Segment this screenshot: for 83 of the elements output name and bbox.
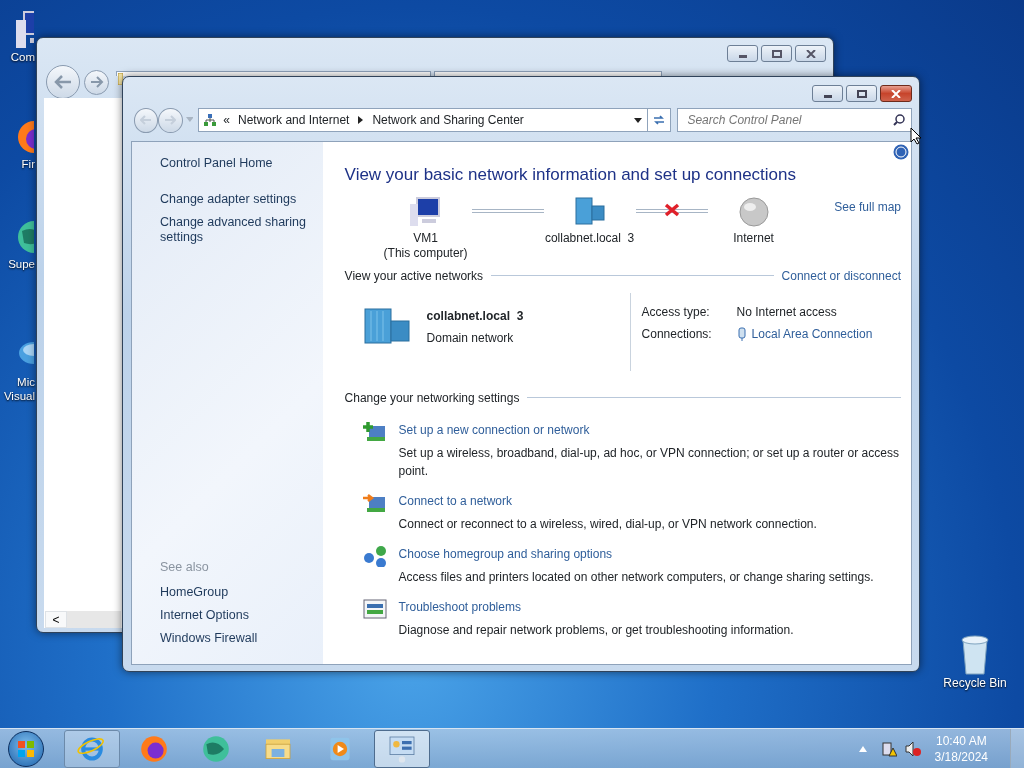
address-bar[interactable]: « Network and Internet Network and Sharing Center xyxy=(198,108,649,132)
forward-button[interactable] xyxy=(158,107,183,133)
maximize-icon xyxy=(856,89,867,98)
close-icon xyxy=(891,89,901,98)
connect-or-disconnect-link[interactable]: Connect or disconnect xyxy=(781,266,901,285)
field-label: Access type: xyxy=(641,303,711,321)
breadcrumb-item[interactable]: Network and Sharing Center xyxy=(372,111,524,129)
tray-expand-icon[interactable] xyxy=(858,745,867,752)
sidebar-link[interactable]: Change adapter settings xyxy=(160,192,313,207)
taskbar-app-button[interactable] xyxy=(64,729,120,768)
task-link[interactable]: Set up a new connection or network xyxy=(398,420,901,439)
page-title: View your basic network information and set up connections xyxy=(344,164,797,186)
task-description: Set up a wireless, broadband, dial-up, ad hoc, or VPN connection; or set up a router or access point. xyxy=(398,444,900,480)
back-button[interactable] xyxy=(134,107,159,133)
icon-label: Mic Visual xyxy=(3,375,35,403)
network-warning-icon[interactable] xyxy=(880,740,897,757)
see-full-map-link[interactable]: See full map xyxy=(834,197,901,216)
node-label: VM1 (This computer) xyxy=(383,230,468,261)
network-name: collabnet.local 3 xyxy=(426,307,524,325)
maximize-icon xyxy=(771,49,782,58)
search-icon xyxy=(893,114,905,126)
field-label: Connections: xyxy=(641,325,713,343)
sidebar-link[interactable]: Windows Firewall xyxy=(160,631,313,646)
network-icon xyxy=(203,113,218,127)
minimize-button[interactable] xyxy=(812,85,843,102)
minimize-button[interactable] xyxy=(727,45,758,62)
icon-label: Supe xyxy=(8,257,35,271)
back-arrow-icon xyxy=(140,115,153,125)
close-button[interactable] xyxy=(880,85,912,102)
icon-label: Fir xyxy=(21,157,35,171)
network-type: Domain network xyxy=(426,329,515,347)
add-network-icon xyxy=(362,420,387,443)
page-icon xyxy=(118,73,123,85)
forward-arrow-icon xyxy=(164,115,177,125)
forward-arrow-icon xyxy=(89,76,104,88)
troubleshoot-icon xyxy=(362,597,387,620)
task-description: Access files and printers located on other network computers, or change sharing settings. xyxy=(398,568,874,586)
section-heading: View your active networks xyxy=(344,267,484,285)
start-button[interactable] xyxy=(8,730,44,767)
section-label: See also xyxy=(160,559,210,577)
task-description: Connect or reconnect to a wireless, wired, dial-up, or VPN network connection. xyxy=(398,515,817,533)
back-button[interactable] xyxy=(46,65,80,99)
help-icon xyxy=(893,144,909,160)
task-link[interactable]: Troubleshoot problems xyxy=(398,597,794,616)
maximize-button[interactable] xyxy=(846,85,877,102)
forward-button[interactable] xyxy=(84,69,109,95)
taskbar-app-button[interactable] xyxy=(374,729,430,768)
task-description: Diagnose and repair network problems, or get troubleshooting information. xyxy=(398,621,794,639)
speaker-muted-icon[interactable] xyxy=(904,740,921,757)
close-icon xyxy=(805,49,816,58)
node-label: collabnet.local 3 xyxy=(544,230,635,246)
connect-network-icon xyxy=(362,491,387,514)
refresh-button[interactable] xyxy=(648,108,672,132)
ethernet-icon xyxy=(736,326,747,341)
task-link[interactable]: Connect to a network xyxy=(398,491,817,510)
search-box[interactable]: Search Control Panel xyxy=(677,108,912,132)
broken-link-icon xyxy=(663,202,680,217)
task-link[interactable]: Choose homegroup and sharing options xyxy=(398,544,874,563)
breadcrumb-arrow-icon xyxy=(358,116,364,124)
icon-label: Recycle Bin xyxy=(943,676,1007,690)
breadcrumb-item[interactable]: Network and Internet xyxy=(238,111,350,129)
node-label: Internet xyxy=(733,230,774,246)
refresh-icon xyxy=(652,114,667,126)
breadcrumb-overflow[interactable]: « xyxy=(223,111,231,129)
sidebar-link[interactable]: Internet Options xyxy=(160,608,313,623)
back-arrow-icon xyxy=(54,75,72,89)
dropdown-caret-icon xyxy=(185,117,194,123)
section-heading: Change your networking settings xyxy=(344,389,520,407)
server-icon xyxy=(362,306,411,345)
field-value: No Internet access xyxy=(736,303,838,321)
maximize-button[interactable] xyxy=(761,45,792,62)
connection-link[interactable]: Local Area Connection xyxy=(751,324,873,343)
scroll-left-button[interactable]: < xyxy=(45,611,67,628)
icon-label: Com xyxy=(10,50,35,64)
homegroup-icon xyxy=(362,544,387,567)
search-field[interactable]: Search Control Panel xyxy=(685,110,893,130)
close-button[interactable] xyxy=(795,45,826,62)
sidebar-link[interactable]: HomeGroup xyxy=(160,585,313,600)
sidebar-link[interactable]: Change advanced sharing settings xyxy=(160,215,313,245)
sidebar-link[interactable]: Control Panel Home xyxy=(160,156,313,171)
windows-logo-icon xyxy=(17,740,35,759)
computer-icon[interactable] xyxy=(14,10,34,50)
dropdown-caret-icon xyxy=(634,117,643,123)
